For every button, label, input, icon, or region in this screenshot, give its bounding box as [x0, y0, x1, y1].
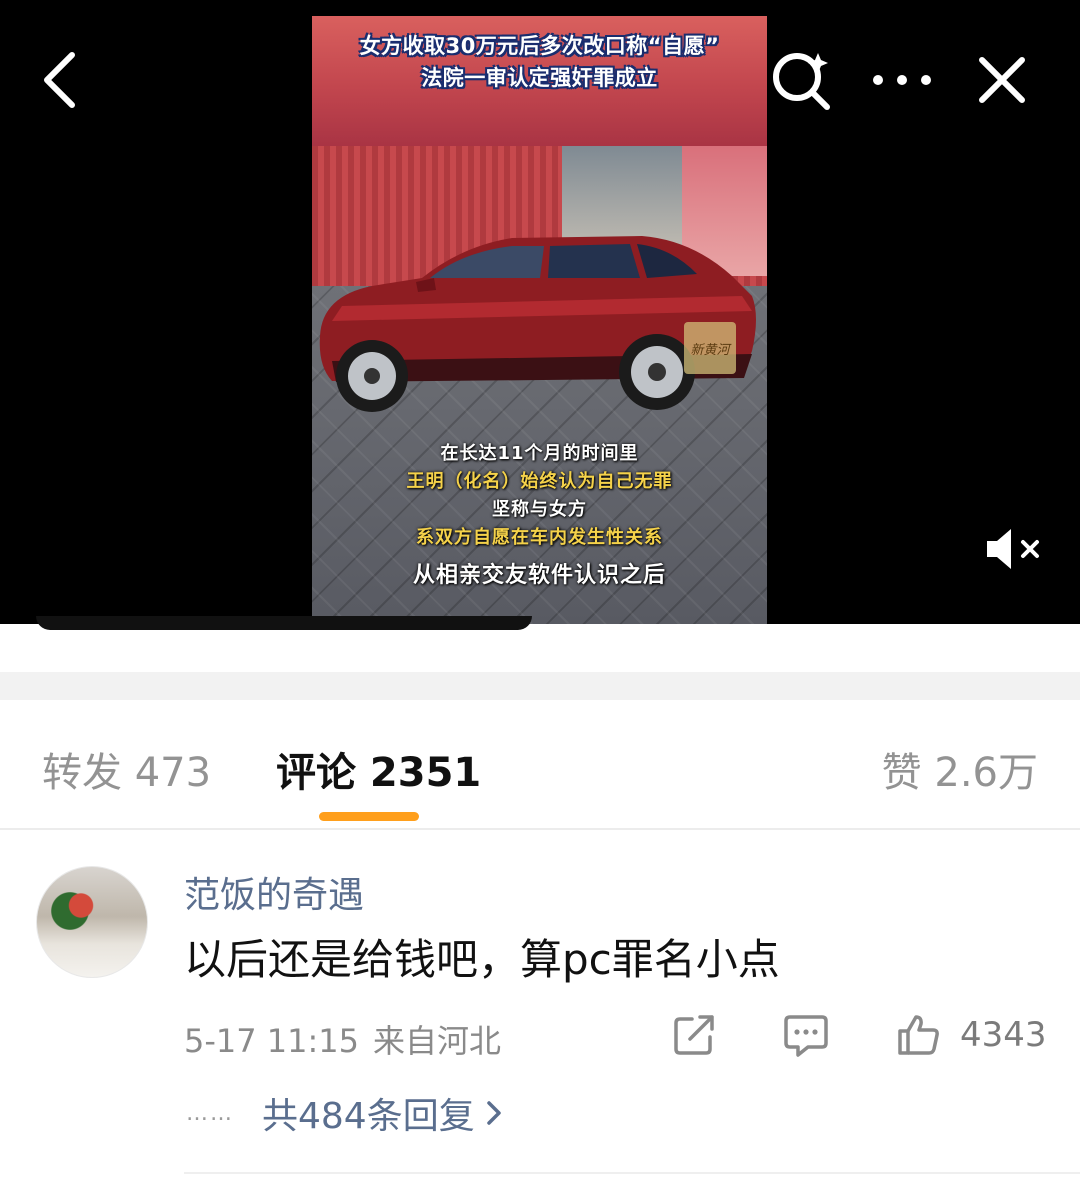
video-frame[interactable]: 女方收取30万元后多次改口称“自愿” 法院一审认定强奸罪成立 新黄河 在长达11… — [312, 16, 767, 624]
avatar[interactable] — [36, 866, 148, 978]
video-headline-line-2: 法院一审认定强奸罪成立 — [421, 66, 658, 90]
subtitle-line-4: 系双方自愿在车内发生性关系 — [416, 527, 663, 548]
view-replies-link[interactable]: …… 共484条回复 — [186, 1090, 503, 1137]
mute-button[interactable] — [982, 524, 1046, 574]
speaker-muted-icon — [987, 529, 1039, 569]
close-button[interactable] — [970, 48, 1034, 112]
comment-text: 以后还是给钱吧，算pc罪名小点 — [184, 935, 780, 984]
comment-location: 来自河北 — [373, 1022, 502, 1060]
watermark-logo: 新黄河 — [684, 322, 736, 374]
search-button[interactable] — [770, 48, 834, 112]
close-icon — [979, 57, 1025, 103]
tab-repost[interactable]: 转发 473 — [42, 740, 211, 798]
replies-dots: …… — [186, 1100, 234, 1126]
subtitle-line-3: 坚称与女方 — [492, 499, 587, 520]
video-player[interactable]: 女方收取30万元后多次改口称“自愿” 法院一审认定强奸罪成立 新黄河 在长达11… — [0, 0, 1080, 624]
share-icon — [674, 1015, 714, 1055]
tabs-divider — [0, 828, 1080, 830]
video-scene: 新黄河 — [312, 146, 767, 624]
thumbs-up-icon — [898, 1015, 939, 1055]
interaction-tabs: 转发 473 评论 2351 赞 2.6万 — [0, 700, 1080, 828]
video-headline-banner: 女方收取30万元后多次改口称“自愿” 法院一审认定强奸罪成立 — [312, 16, 767, 146]
back-button[interactable] — [34, 48, 84, 112]
like-count: 4343 — [960, 1015, 1047, 1055]
share-button[interactable] — [672, 1010, 716, 1060]
subtitle-line-2: 王明（化名）始终认为自己无罪 — [406, 471, 673, 492]
chevron-right-icon — [486, 1101, 501, 1125]
tab-like[interactable]: 赞 2.6万 — [882, 740, 1038, 798]
comment-divider — [184, 1172, 1080, 1174]
comment-username[interactable]: 范饭的奇遇 — [184, 866, 364, 918]
reply-button[interactable] — [784, 1010, 828, 1060]
video-card-edge — [36, 616, 532, 630]
chevron-left-icon — [44, 52, 75, 108]
more-dots-icon — [873, 75, 931, 85]
active-tab-indicator — [319, 812, 419, 821]
search-sparkle-icon — [773, 53, 830, 110]
subtitle-line-1: 在长达11个月的时间里 — [440, 443, 639, 464]
red-suv-image — [319, 236, 756, 412]
like-button[interactable]: 4343 — [896, 1010, 1047, 1060]
top-right-toolbar — [770, 48, 1034, 112]
more-button[interactable] — [870, 48, 934, 112]
comment-bubble-icon — [784, 1015, 828, 1057]
tab-comment[interactable]: 评论 2351 — [276, 740, 481, 798]
subtitle-line-5: 从相亲交友软件认识之后 — [412, 563, 666, 588]
video-headline-line-1: 女方收取30万元后多次改口称“自愿” — [359, 34, 720, 58]
comment-meta: 5-17 11:15 来自河北 — [184, 1016, 501, 1062]
replies-count-label: 共484条回复 — [262, 1096, 475, 1137]
section-separator — [0, 672, 1080, 700]
comment-time: 5-17 11:15 — [184, 1022, 360, 1060]
